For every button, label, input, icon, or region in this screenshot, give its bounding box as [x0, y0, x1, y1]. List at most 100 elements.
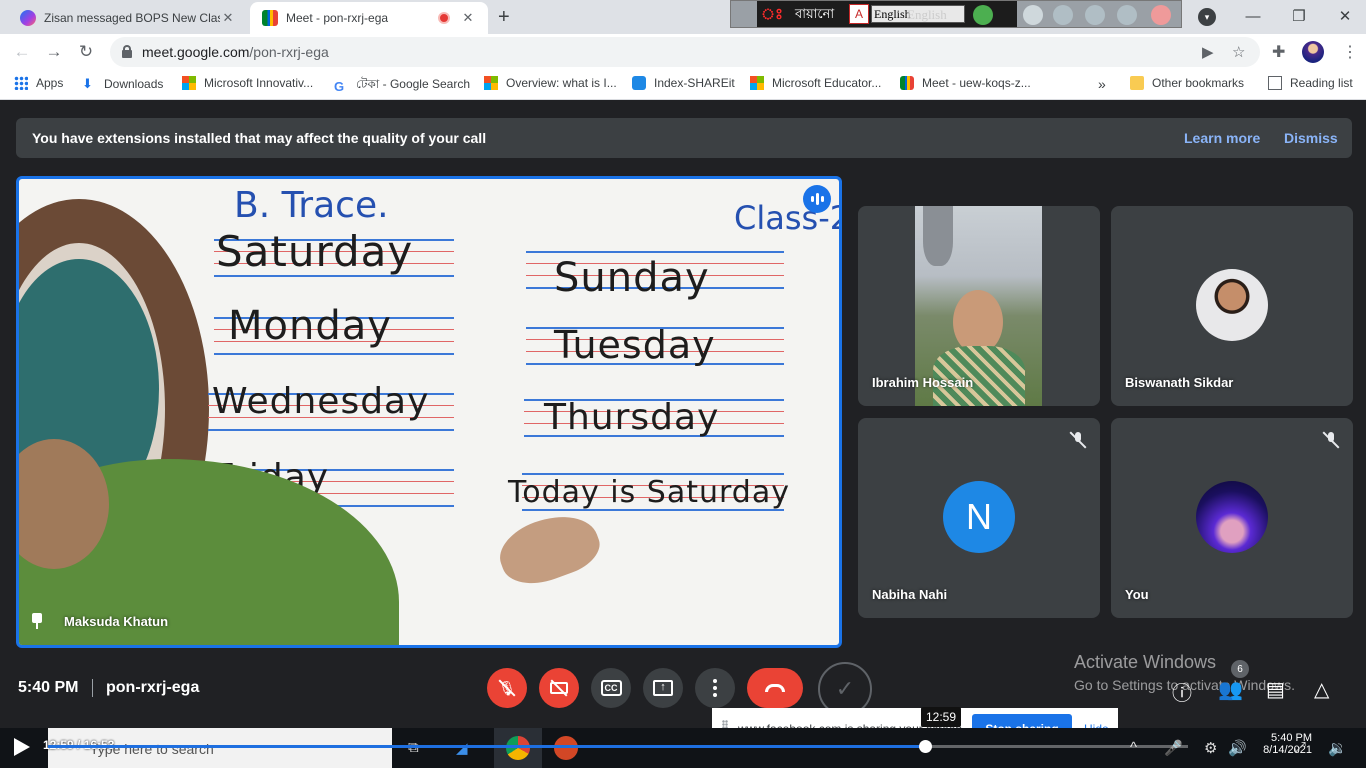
tab-messenger[interactable]: Zisan messaged BOPS New Class ✕	[8, 2, 248, 34]
volume-icon[interactable]: 🔊	[1228, 739, 1247, 757]
bookmark-downloads[interactable]: ⬇ Downloads	[82, 76, 163, 92]
play-icon[interactable]	[14, 738, 30, 756]
board-word: Tuesday	[554, 323, 716, 367]
reading-list[interactable]: Reading list	[1268, 76, 1353, 90]
url-host: meet.google.com	[142, 44, 250, 60]
close-window-icon[interactable]: ✕	[1322, 0, 1366, 32]
more-options-button[interactable]	[695, 668, 735, 708]
chat-icon[interactable]: ▤	[1266, 677, 1285, 702]
participant-avatar	[1196, 481, 1268, 553]
fullscreen-icon[interactable]: ⤢	[1294, 739, 1306, 756]
bookmark-label: Overview: what is I...	[506, 76, 617, 90]
powerpoint-icon[interactable]	[554, 736, 578, 760]
tab-meet[interactable]: Meet - pon-rxrj-ega ✕	[250, 2, 488, 34]
participant-name: You	[1125, 587, 1149, 602]
captions-button[interactable]: CC	[591, 668, 631, 708]
forward-icon[interactable]: →	[44, 42, 64, 62]
bookmark-meet[interactable]: Meet - uew-koqs-z...	[900, 76, 1031, 90]
bookmark-shareit[interactable]: Index-SHAREit	[632, 76, 735, 90]
url-text[interactable]: meet.google.com/pon-rxrj-ega	[142, 44, 329, 60]
tab-search-icon[interactable]: ▾	[1198, 8, 1216, 26]
settings-gear-icon[interactable]: ⚙	[1204, 739, 1217, 757]
profile-avatar[interactable]	[1302, 41, 1324, 63]
bookmark-microsoft-educator[interactable]: Microsoft Educator...	[750, 76, 881, 90]
minimize-icon[interactable]: —	[1230, 0, 1276, 32]
reload-icon[interactable]: ↻	[76, 42, 96, 62]
banner-message: You have extensions installed that may a…	[32, 130, 487, 146]
more-vert-icon	[713, 679, 717, 697]
app-icon[interactable]: ◢	[456, 739, 468, 757]
dismiss-button[interactable]: Dismiss	[1284, 130, 1338, 146]
address-bar[interactable]: meet.google.com/pon-rxrj-ega ▶ ☆	[110, 37, 1260, 67]
bangla-keyboard-toolbar: ঃ বায়ানো A English English	[730, 0, 1182, 28]
new-tab-button[interactable]: +	[498, 6, 510, 29]
bookmark-label: Index-SHAREit	[654, 76, 735, 90]
player-seekbar[interactable]	[48, 740, 1188, 753]
participant-name: Nabiha Nahi	[872, 587, 948, 602]
windows-taskbar: Type here to search ⧉ ◢ ^ 🎤 ⚙ 🔊 5:40 PM …	[0, 728, 1366, 768]
bookmark-microsoft-innovative[interactable]: Microsoft Innovativ...	[182, 76, 313, 90]
presenter-video[interactable]: B. Trace. Class-2 Saturday Monday Wednes…	[16, 176, 842, 648]
activities-icon[interactable]: △	[1314, 677, 1329, 702]
tray-mic-icon[interactable]: 🎤	[1164, 739, 1183, 757]
bangla-label: বায়ানো	[795, 6, 835, 21]
bookmark-label: টেকা - Google Search	[356, 77, 470, 91]
restore-icon[interactable]: ❐	[1276, 0, 1322, 32]
microsoft-icon	[484, 76, 498, 90]
meet-icon	[900, 76, 914, 90]
participant-tile[interactable]: Biswanath Sikdar	[1111, 206, 1353, 406]
screen-sharing-bar: www.facebook.com is sharing your screen.…	[712, 708, 1118, 730]
keyboard-close-icon[interactable]	[1151, 5, 1171, 25]
participant-tile-self[interactable]: You	[1111, 418, 1353, 618]
participant-tile[interactable]: Ibrahim Hossain	[858, 206, 1100, 406]
board-word: Monday	[228, 303, 392, 349]
extensions-icon[interactable]: ✚	[1272, 42, 1285, 62]
download-icon: ⬇	[82, 76, 93, 91]
bookmark-label: Microsoft Innovativ...	[204, 76, 314, 90]
keyboard-globe-icon[interactable]	[1085, 5, 1105, 25]
bookmarks-overflow-icon[interactable]: »	[1098, 76, 1106, 92]
keyboard-settings-icon[interactable]	[1053, 5, 1073, 25]
learn-more-link[interactable]: Learn more	[1184, 130, 1260, 146]
camera-toggle-button[interactable]	[539, 668, 579, 708]
close-tab-icon[interactable]: ✕	[460, 10, 476, 26]
people-icon[interactable]: 👥	[1218, 677, 1243, 702]
present-button[interactable]: ↑	[643, 668, 683, 708]
people-count-badge: 6	[1231, 660, 1249, 678]
menu-icon[interactable]: ⋮	[1342, 42, 1358, 62]
meeting-code[interactable]: pon-rxrj-ega	[106, 679, 199, 697]
chrome-icon[interactable]	[506, 736, 530, 760]
camera-icon[interactable]: ▶	[1202, 43, 1214, 61]
recording-icon	[438, 12, 450, 24]
mic-off-icon	[1068, 430, 1088, 450]
presenter-name: Maksuda Khatun	[64, 614, 169, 629]
bookmark-star-icon[interactable]: ☆	[1232, 43, 1245, 61]
keyboard-help-icon[interactable]	[1117, 5, 1137, 25]
participant-tile[interactable]: N Nabiha Nahi	[858, 418, 1100, 618]
bookmark-label: Other bookmarks	[1152, 76, 1245, 90]
pin-icon[interactable]	[31, 613, 43, 629]
activate-title: Activate Windows	[1074, 652, 1217, 672]
bangla-logo-icon: ঃ	[761, 6, 784, 23]
shareit-icon	[632, 76, 646, 90]
back-icon[interactable]: ←	[12, 42, 32, 62]
participant-avatar	[1196, 269, 1268, 341]
keyboard-a-icon[interactable]: A	[849, 4, 869, 24]
seekbar-fill	[48, 745, 925, 748]
mic-toggle-button[interactable]: 🎙	[487, 668, 527, 708]
player-volume-icon[interactable]: 🔉	[1328, 739, 1347, 757]
leave-call-button[interactable]	[747, 668, 803, 708]
microsoft-icon	[182, 76, 196, 90]
seekbar-knob[interactable]	[918, 740, 932, 753]
divider	[92, 679, 93, 697]
keyboard-green-icon[interactable]	[973, 5, 993, 25]
keyboard-circle-icon[interactable]	[1023, 5, 1043, 25]
close-tab-icon[interactable]: ✕	[220, 10, 236, 26]
bookmark-google-search[interactable]: G টেকা - Google Search	[334, 76, 470, 96]
bookmark-apps[interactable]: Apps	[14, 76, 63, 90]
bookmark-overview[interactable]: Overview: what is I...	[484, 76, 617, 90]
bookmark-other[interactable]: Other bookmarks	[1130, 76, 1244, 90]
reading-list-label: Reading list	[1290, 76, 1353, 90]
meeting-details-icon[interactable]: ⓘ	[1172, 677, 1192, 706]
lock-icon[interactable]	[122, 45, 132, 58]
